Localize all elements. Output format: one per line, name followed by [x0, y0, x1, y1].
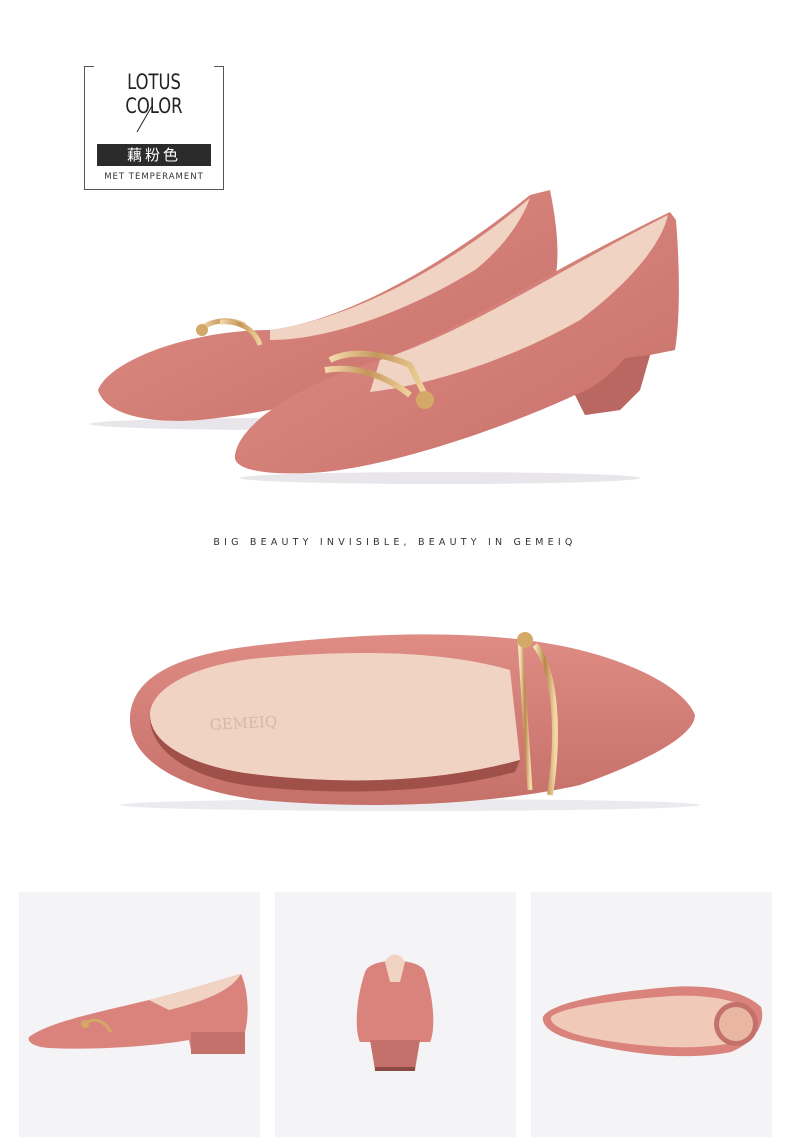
frame-top-right	[214, 66, 224, 67]
thumb-sole-view	[531, 892, 772, 1137]
thumb-back-view	[275, 892, 516, 1137]
thumb-back-view-image	[356, 954, 434, 1071]
top-view-image: GEMEIQ	[120, 632, 700, 811]
thumb-sole-view-image	[542, 986, 763, 1057]
color-label-box: LOTUS COLOR 藕粉色 MET TEMPERAMENT	[84, 66, 224, 190]
insole-brand: GEMEIQ	[209, 712, 277, 734]
frame-top-left	[84, 66, 94, 67]
color-title-cn: 藕粉色	[97, 144, 211, 166]
thumb-side-view	[19, 892, 260, 1137]
pair-side-view-image	[90, 190, 679, 484]
brand-tagline: BIG BEAUTY INVISIBLE, BEAUTY IN GEMEIQ	[213, 537, 577, 548]
thumb-side-view-image	[28, 974, 248, 1054]
color-title-en: LOTUS COLOR	[125, 70, 183, 118]
